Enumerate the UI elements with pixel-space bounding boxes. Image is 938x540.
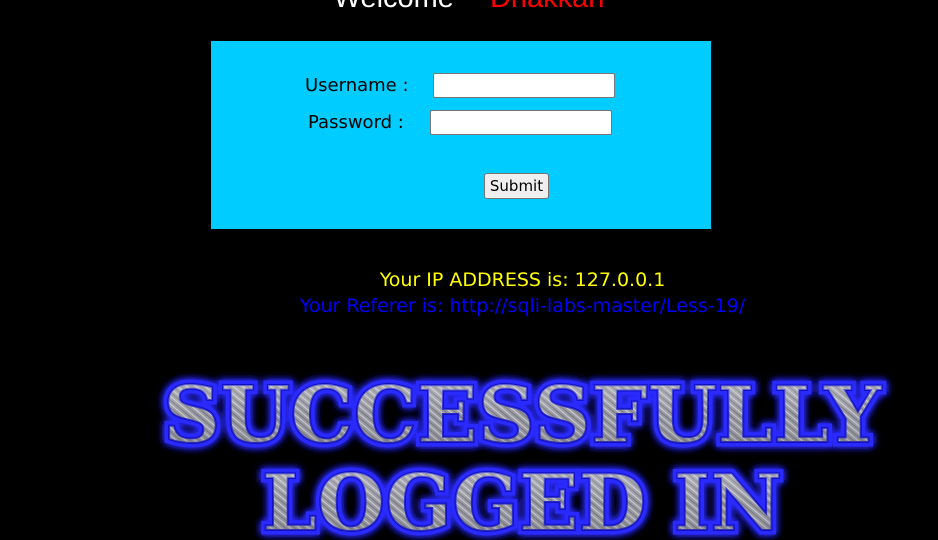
svg-text:LOGGED IN: LOGGED IN bbox=[262, 458, 782, 540]
banner-line-2: LOGGED IN LOGGED IN LOGGED IN bbox=[258, 454, 787, 540]
username-label: Username : bbox=[305, 75, 409, 96]
submit-button[interactable]: Submit bbox=[484, 173, 549, 199]
banner-line-1: SUCCESSFULLY SUCCESSFULLY SUCCESSFULLY bbox=[159, 370, 887, 466]
password-label: Password : bbox=[308, 112, 404, 133]
user-name: Dhakkan bbox=[490, 0, 604, 14]
welcome-label: Welcome bbox=[334, 0, 454, 14]
ip-address-text: Your IP ADDRESS is: 127.0.0.1 bbox=[379, 269, 666, 291]
success-banner-image: SUCCESSFULLY SUCCESSFULLY SUCCESSFULLY L… bbox=[159, 370, 887, 540]
password-input[interactable] bbox=[430, 110, 612, 135]
svg-text:SUCCESSFULLY: SUCCESSFULLY bbox=[163, 370, 882, 461]
welcome-header: Welcome Dhakkan bbox=[0, 0, 938, 15]
username-input[interactable] bbox=[433, 73, 615, 98]
page: Welcome Dhakkan Username : Password : Sub… bbox=[0, 0, 938, 540]
referer-text: Your Referer is: http://sqli-labs-master… bbox=[299, 295, 746, 317]
login-form: Username : Password : Submit bbox=[211, 41, 711, 229]
